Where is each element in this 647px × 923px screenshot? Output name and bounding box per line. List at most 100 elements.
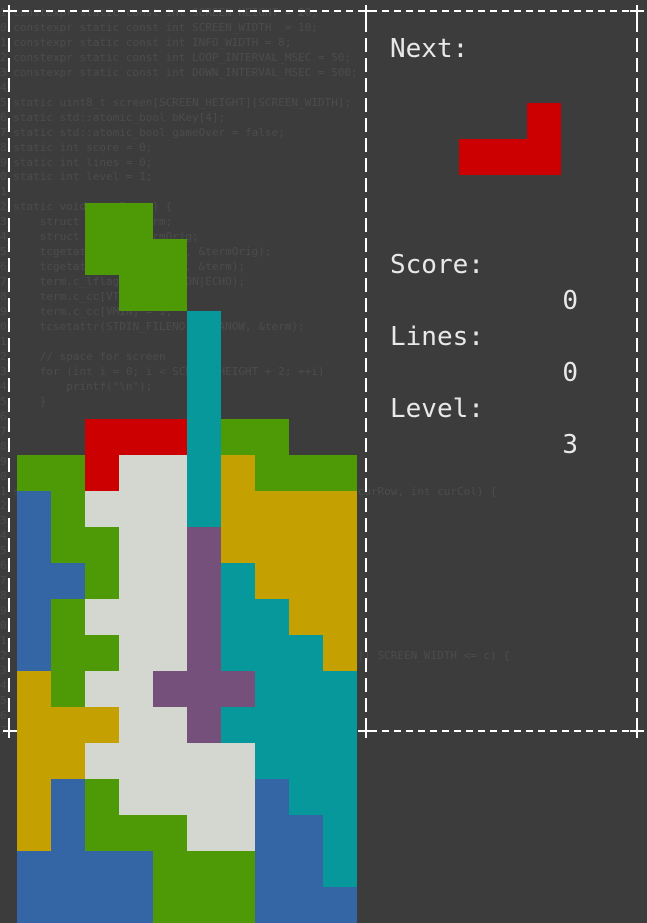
teal-block: [255, 707, 289, 743]
next-piece-block: [527, 139, 561, 175]
white-block: [119, 707, 153, 743]
blue-block: [17, 851, 51, 887]
yellow-block: [17, 671, 51, 707]
green-block: [221, 419, 255, 455]
white-block: [119, 491, 153, 527]
white-block: [221, 779, 255, 815]
green-block: [85, 635, 119, 671]
white-block: [187, 743, 221, 779]
yellow-block: [255, 491, 289, 527]
yellow-block: [289, 563, 323, 599]
white-block: [85, 491, 119, 527]
white-block: [153, 779, 187, 815]
teal-block: [289, 707, 323, 743]
white-block: [153, 491, 187, 527]
white-block: [119, 527, 153, 563]
blue-block: [51, 887, 85, 923]
teal-block: [323, 851, 357, 887]
green-block: [51, 671, 85, 707]
blue-block: [255, 779, 289, 815]
teal-block: [255, 599, 289, 635]
white-block: [119, 563, 153, 599]
next-piece-block: [527, 103, 561, 139]
yellow-block: [221, 455, 255, 491]
yellow-block: [51, 707, 85, 743]
blue-block: [323, 887, 357, 923]
blue-block: [289, 851, 323, 887]
green-block: [119, 239, 153, 275]
blue-block: [17, 599, 51, 635]
teal-block: [221, 599, 255, 635]
purple-block: [187, 599, 221, 635]
teal-block: [187, 455, 221, 491]
green-block: [153, 887, 187, 923]
blue-block: [85, 851, 119, 887]
score-value: 0: [562, 286, 578, 316]
teal-block: [323, 707, 357, 743]
yellow-block: [221, 527, 255, 563]
yellow-block: [221, 491, 255, 527]
purple-block: [187, 707, 221, 743]
green-block: [85, 563, 119, 599]
white-block: [85, 599, 119, 635]
teal-block: [187, 347, 221, 383]
blue-block: [255, 887, 289, 923]
blue-block: [17, 491, 51, 527]
teal-block: [221, 707, 255, 743]
green-block: [153, 851, 187, 887]
green-block: [85, 527, 119, 563]
purple-block: [187, 635, 221, 671]
blue-block: [289, 815, 323, 851]
yellow-block: [255, 527, 289, 563]
next-piece-block: [459, 139, 493, 175]
blue-block: [85, 887, 119, 923]
white-block: [187, 815, 221, 851]
next-piece-block: [493, 139, 527, 175]
white-block: [153, 599, 187, 635]
red-block: [153, 419, 187, 455]
green-block: [85, 779, 119, 815]
purple-block: [221, 671, 255, 707]
yellow-block: [17, 743, 51, 779]
green-block: [221, 887, 255, 923]
blue-block: [255, 815, 289, 851]
white-block: [119, 779, 153, 815]
yellow-block: [289, 491, 323, 527]
blue-block: [17, 887, 51, 923]
white-block: [153, 743, 187, 779]
white-block: [153, 707, 187, 743]
white-block: [153, 563, 187, 599]
green-block: [51, 599, 85, 635]
yellow-block: [289, 527, 323, 563]
yellow-block: [255, 563, 289, 599]
teal-block: [255, 671, 289, 707]
green-block: [255, 455, 289, 491]
blue-block: [17, 563, 51, 599]
teal-block: [187, 383, 221, 419]
white-block: [119, 455, 153, 491]
white-block: [221, 815, 255, 851]
white-block: [85, 743, 119, 779]
white-block: [119, 743, 153, 779]
blue-block: [255, 851, 289, 887]
green-block: [221, 851, 255, 887]
yellow-block: [323, 599, 357, 635]
teal-block: [289, 779, 323, 815]
teal-block: [255, 743, 289, 779]
blue-block: [17, 527, 51, 563]
green-block: [51, 455, 85, 491]
lines-value: 0: [562, 358, 578, 388]
white-block: [85, 671, 119, 707]
teal-block: [323, 743, 357, 779]
blue-block: [51, 779, 85, 815]
purple-block: [153, 671, 187, 707]
white-block: [153, 527, 187, 563]
purple-block: [187, 671, 221, 707]
yellow-block: [17, 815, 51, 851]
lines-label: Lines:: [390, 322, 484, 352]
green-block: [153, 239, 187, 275]
green-block: [85, 203, 119, 239]
red-block: [119, 419, 153, 455]
green-block: [153, 815, 187, 851]
yellow-block: [85, 707, 119, 743]
